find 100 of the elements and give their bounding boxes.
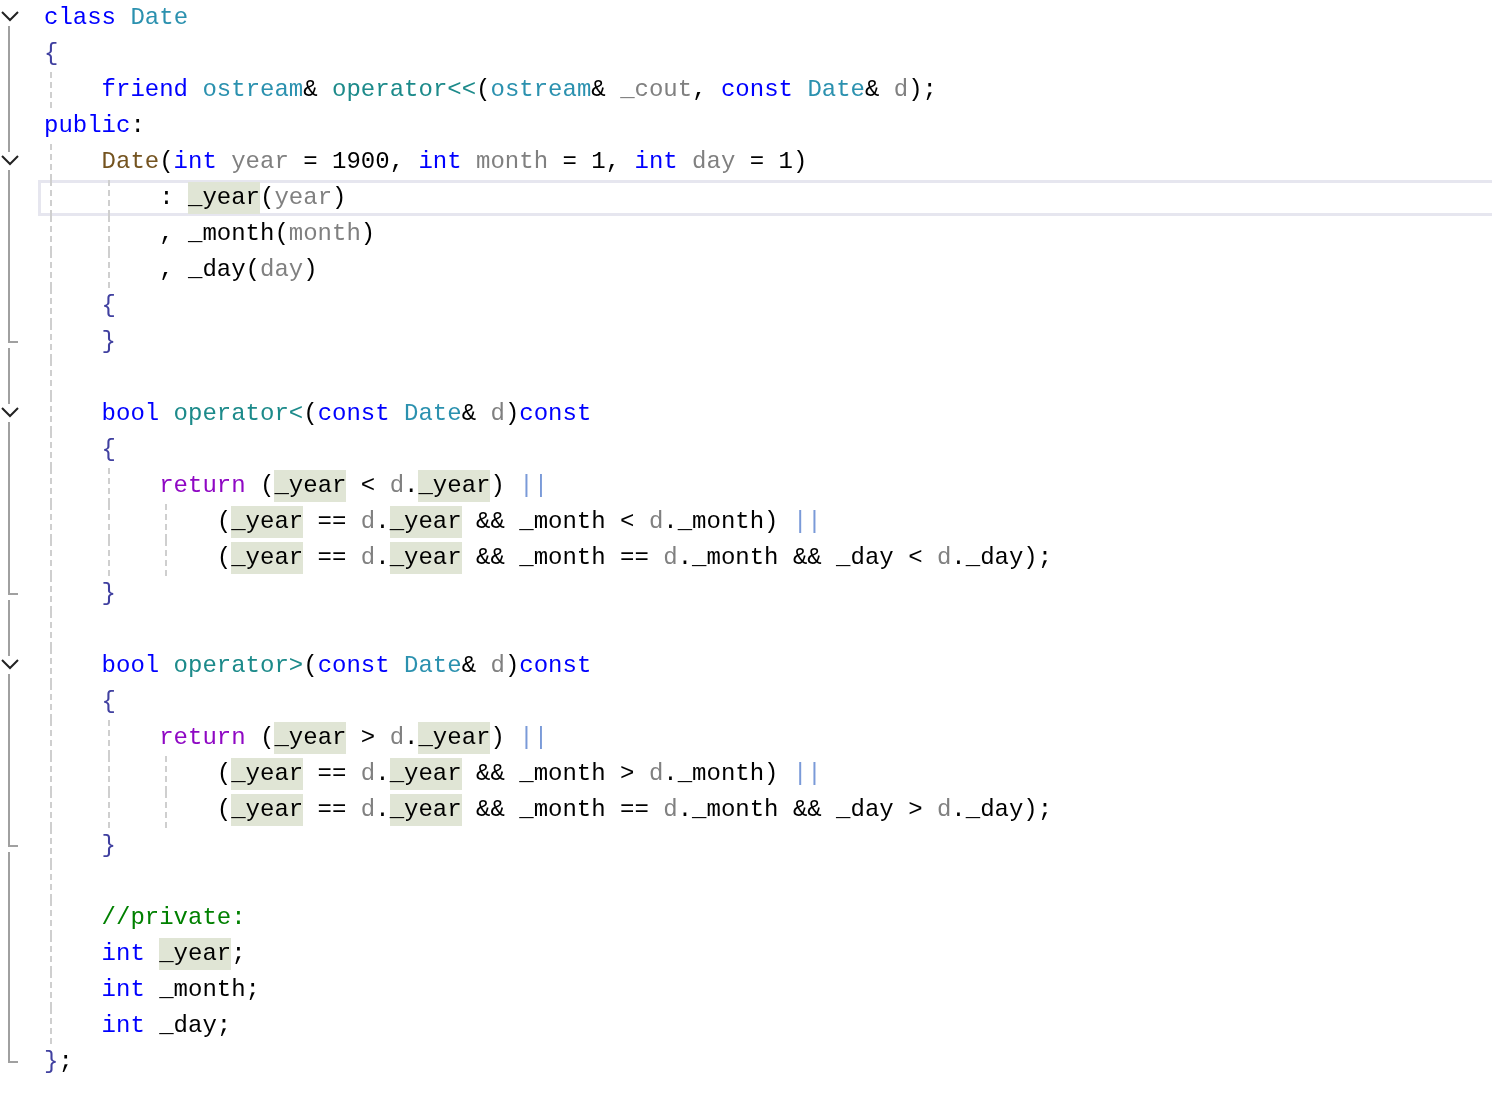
type-name: ostream — [202, 75, 304, 105]
keyword: const — [317, 399, 391, 429]
code-text: == — [316, 543, 348, 573]
member-name: _year — [231, 758, 304, 790]
operator: || — [792, 507, 822, 537]
keyword: int — [634, 147, 679, 177]
brace: { — [101, 291, 116, 321]
code-text: ( — [159, 147, 174, 177]
operator: || — [792, 759, 822, 789]
code-text: & — [303, 75, 319, 105]
member-name: _year — [231, 542, 304, 574]
chevron-down-icon[interactable] — [1, 154, 19, 166]
brace: { — [101, 687, 116, 717]
code-text: ( — [216, 795, 232, 825]
code-text: ( — [216, 507, 232, 537]
code-text: & — [461, 399, 478, 429]
code-text: ( — [303, 651, 318, 681]
brace: { — [44, 39, 59, 69]
code-text: > — [359, 723, 377, 753]
keyword: friend — [101, 75, 189, 105]
member-name: _year — [231, 506, 304, 538]
keyword: bool — [101, 651, 161, 681]
code-text: . — [375, 759, 390, 789]
member-name: _year — [389, 794, 462, 826]
parameter: d — [360, 507, 376, 537]
keyword: public — [44, 111, 131, 141]
type-name: Date — [130, 3, 189, 33]
parameter: d — [490, 651, 505, 681]
indent-guide — [50, 72, 52, 108]
keyword: const — [519, 399, 592, 429]
code-text: ; — [231, 939, 246, 969]
member-name: _year — [389, 542, 462, 574]
parameter: d — [648, 507, 664, 537]
code-text: ._day); — [951, 543, 1053, 573]
member-name: _year — [389, 506, 462, 538]
code-text: == — [316, 795, 348, 825]
parameter: _cout — [620, 75, 693, 105]
function-name: operator< — [173, 399, 304, 429]
code-text: = 1900, — [302, 147, 406, 177]
type-name: Date — [807, 75, 865, 105]
code-text: = 1) — [748, 147, 808, 177]
code-text: ) — [504, 399, 520, 429]
code-text: == — [316, 507, 348, 537]
return-keyword: return — [159, 723, 247, 753]
keyword: int — [173, 147, 218, 177]
code-text: ) — [504, 651, 520, 681]
code-text: && _month < — [475, 507, 636, 537]
chevron-down-icon[interactable] — [1, 406, 19, 418]
keyword: const — [519, 651, 592, 681]
keyword: const — [317, 651, 391, 681]
code-text: ._month && _day < — [677, 543, 924, 573]
parameter: d — [648, 759, 664, 789]
code-text: . — [375, 795, 390, 825]
code-text: ( — [476, 75, 491, 105]
code-text: ._day); — [951, 795, 1053, 825]
member-name: _year — [418, 722, 491, 754]
code-text: ( — [260, 471, 275, 501]
type-name: Date — [404, 399, 462, 429]
code-text: ._month) — [663, 507, 780, 537]
code-text: : — [130, 111, 145, 141]
code-text: ; — [58, 1047, 73, 1077]
constructor-name: Date — [101, 147, 160, 177]
keyword: int — [101, 939, 146, 969]
code-text: ( — [216, 543, 232, 573]
parameter: d — [936, 795, 952, 825]
parameter: d — [389, 471, 405, 501]
parameter: month — [288, 219, 361, 249]
code-text: ( — [216, 759, 232, 789]
code-text: ( — [303, 399, 318, 429]
brace: } — [44, 1047, 59, 1077]
code-text: ._month) — [663, 759, 780, 789]
code-text: ( — [260, 183, 275, 213]
function-name: operator<< — [332, 75, 477, 105]
keyword: int — [101, 1011, 146, 1041]
parameter: day — [692, 147, 736, 177]
code-text: == — [316, 759, 348, 789]
chevron-down-icon[interactable] — [1, 658, 19, 670]
member-name: _year — [389, 758, 462, 790]
parameter: day — [260, 255, 304, 285]
parameter: d — [360, 795, 376, 825]
parameter: year — [274, 183, 333, 213]
parameter: d — [360, 759, 376, 789]
chevron-down-icon[interactable] — [1, 10, 19, 22]
code-text: ( — [260, 723, 275, 753]
code-text: ._month && _day > — [677, 795, 924, 825]
member-name: _year — [274, 722, 347, 754]
parameter: d — [389, 723, 405, 753]
brace: } — [101, 831, 116, 861]
member-name: _year — [188, 182, 260, 214]
keyword: class — [44, 3, 117, 33]
brace: { — [101, 435, 116, 465]
code-text: _day; — [159, 1011, 232, 1041]
parameter: d — [663, 795, 678, 825]
type-name: Date — [404, 651, 462, 681]
code-text: , _month( — [159, 219, 289, 249]
code-text: . — [375, 543, 390, 573]
code-text: & — [591, 75, 607, 105]
code-text: . — [404, 471, 419, 501]
code-text: . — [375, 507, 390, 537]
code-text: ); — [908, 75, 938, 105]
